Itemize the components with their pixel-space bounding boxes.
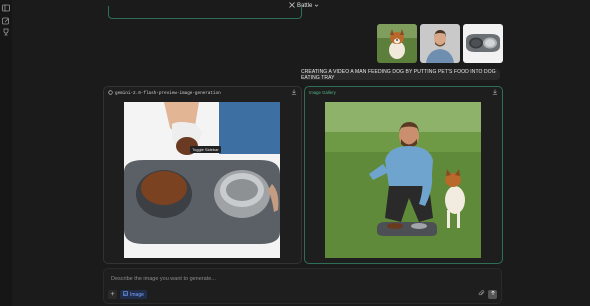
model-name: Image Gallery <box>309 90 336 95</box>
sidebar-toggle-icon[interactable] <box>2 4 10 12</box>
attached-images <box>377 24 503 63</box>
image-chip-label: Image <box>130 291 144 298</box>
model-name: gemini-2.0-flash-preview-image-generatio… <box>115 91 221 96</box>
model-header-left: gemini-2.0-flash-preview-image-generatio… <box>108 90 221 97</box>
user-prompt-text: CREATING A VIDEO A MAN FEEDING DOG BY PU… <box>301 68 496 81</box>
model-logo-icon <box>108 90 113 97</box>
generated-image-left[interactable]: Toggle Sidebar <box>124 102 280 258</box>
send-arrow-icon[interactable] <box>488 290 497 299</box>
new-chat-icon[interactable] <box>2 17 10 25</box>
generated-image-right[interactable] <box>325 102 481 258</box>
chevron-down-icon <box>314 3 319 10</box>
trophy-icon[interactable] <box>2 28 10 36</box>
result-panel-left: gemini-2.0-flash-preview-image-generatio… <box>103 86 302 264</box>
download-icon[interactable] <box>291 89 297 97</box>
previous-result-frame <box>108 6 302 19</box>
toggle-sidebar-tooltip: Toggle Sidebar <box>190 146 221 153</box>
attach-icon[interactable] <box>477 290 485 299</box>
prompt-composer[interactable]: Describe the image you want to generate.… <box>103 268 502 304</box>
user-prompt-bubble: CREATING A VIDEO A MAN FEEDING DOG BY PU… <box>301 68 500 81</box>
attached-image-dog[interactable] <box>377 24 417 63</box>
plus-icon[interactable]: + <box>108 290 117 299</box>
prompt-input[interactable]: Describe the image you want to generate.… <box>111 276 216 282</box>
model-header-right: Image Gallery <box>309 90 336 95</box>
download-icon[interactable] <box>492 89 498 97</box>
attached-image-tray[interactable] <box>463 24 503 63</box>
image-icon <box>123 291 128 298</box>
image-mode-chip[interactable]: Image <box>120 290 147 299</box>
left-sidebar-rail <box>0 0 12 306</box>
result-panel-right: Image Gallery <box>304 86 503 264</box>
attached-image-man[interactable] <box>420 24 460 63</box>
